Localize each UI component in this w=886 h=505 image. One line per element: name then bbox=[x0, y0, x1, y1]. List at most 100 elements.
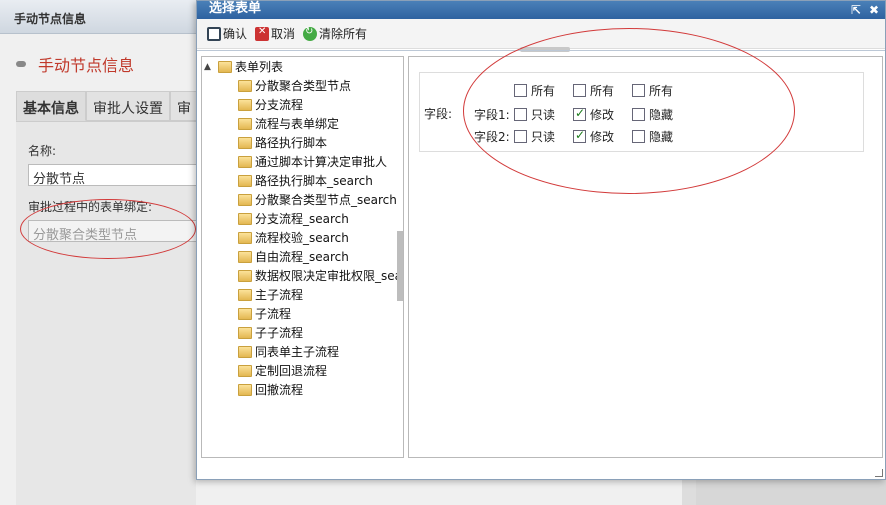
folder-icon bbox=[238, 288, 252, 301]
field-name: 字段1: bbox=[474, 108, 510, 122]
checkbox[interactable] bbox=[632, 130, 646, 143]
tree-root-label: 表单列表 bbox=[235, 60, 284, 74]
checkbox[interactable] bbox=[632, 84, 646, 97]
dialog-title: 选择表单 bbox=[209, 1, 262, 16]
background-form: 名称: 分散节点 审批过程中的表单绑定: 分散聚合类型节点 bbox=[16, 121, 198, 505]
folder-icon bbox=[238, 193, 252, 206]
form-binding-input[interactable]: 分散聚合类型节点 bbox=[28, 220, 198, 243]
tree-item-label: 分散聚合类型节点_search bbox=[255, 193, 397, 207]
tree-item[interactable]: 分散聚合类型节点_search bbox=[202, 190, 403, 209]
tree-item[interactable]: 路径执行脚本_search bbox=[202, 171, 403, 190]
tree-item[interactable]: 子子流程 bbox=[202, 323, 403, 342]
background-header-title: 手动节点信息 bbox=[14, 12, 87, 26]
tree-item-label: 定制回退流程 bbox=[255, 364, 328, 378]
folder-icon bbox=[238, 79, 252, 92]
clear-all-button[interactable]: 清除所有 bbox=[303, 25, 367, 42]
option-label: 只读 bbox=[531, 108, 556, 122]
cancel-label: 取消 bbox=[271, 27, 296, 41]
tree-item[interactable]: 数据权限决定审批权限_sea bbox=[202, 266, 403, 285]
page-heading: 手动节点信息 bbox=[16, 52, 134, 76]
field-permissions-box: 字段: 所有 所有 所有 字段1: 只读 修改 隐藏 字段2: 只读 修改 隐藏 bbox=[419, 72, 864, 152]
tree-item-label: 子流程 bbox=[255, 307, 292, 321]
page-heading-text: 手动节点信息 bbox=[38, 56, 135, 75]
select-all-label: 所有 bbox=[649, 84, 674, 98]
tree-item[interactable]: 分支流程_search bbox=[202, 209, 403, 228]
clear-all-label: 清除所有 bbox=[319, 27, 368, 41]
checkbox-checked[interactable] bbox=[573, 128, 587, 143]
name-input[interactable]: 分散节点 bbox=[28, 164, 198, 187]
dialog-controls: ⇱ ✖ bbox=[851, 2, 879, 18]
folder-icon bbox=[238, 136, 252, 149]
tree-item-label: 回撤流程 bbox=[255, 383, 304, 397]
folder-icon bbox=[238, 364, 252, 377]
checkbox-checked[interactable] bbox=[573, 106, 587, 121]
tree-item[interactable]: 分支流程 bbox=[202, 95, 403, 114]
tree-item[interactable]: 自由流程_search bbox=[202, 247, 403, 266]
option-readonly[interactable]: 只读 bbox=[514, 128, 555, 145]
checkbox[interactable] bbox=[514, 84, 527, 97]
folder-icon bbox=[238, 174, 252, 187]
option-label: 隐藏 bbox=[649, 108, 674, 122]
option-label: 修改 bbox=[590, 108, 615, 122]
select-all-readonly[interactable]: 所有 bbox=[514, 82, 555, 99]
name-label: 名称: bbox=[28, 144, 57, 158]
field-permissions-panel: 字段: 所有 所有 所有 字段1: 只读 修改 隐藏 字段2: 只读 修改 隐藏 bbox=[408, 56, 883, 458]
maximize-icon[interactable]: ⇱ bbox=[851, 2, 861, 18]
background-strip bbox=[682, 480, 696, 505]
tree-item[interactable]: 流程与表单绑定 bbox=[202, 114, 403, 133]
select-all-hidden[interactable]: 所有 bbox=[632, 82, 673, 99]
tree-root[interactable]: ▲ 表单列表 bbox=[202, 57, 403, 76]
select-all-modify[interactable]: 所有 bbox=[573, 82, 614, 99]
tree-item[interactable]: 路径执行脚本 bbox=[202, 133, 403, 152]
folder-icon bbox=[238, 345, 252, 358]
checkbox[interactable] bbox=[514, 130, 527, 143]
tree-item-label: 流程与表单绑定 bbox=[255, 117, 340, 131]
tree-item[interactable]: 流程校验_search bbox=[202, 228, 403, 247]
form-tree: ▲ 表单列表 分散聚合类型节点 分支流程 流程与表单绑定 路径执行脚本 通过脚本… bbox=[201, 56, 404, 458]
tree-item[interactable]: 分散聚合类型节点 bbox=[202, 76, 403, 95]
tree-item[interactable]: 子流程 bbox=[202, 304, 403, 323]
tree-item[interactable]: 回撤流程 bbox=[202, 380, 403, 399]
tree-item-label: 自由流程_search bbox=[255, 250, 349, 264]
tab-basic-info[interactable]: 基本信息 bbox=[16, 91, 86, 121]
option-hidden[interactable]: 隐藏 bbox=[632, 106, 673, 123]
tree-item-label: 同表单主子流程 bbox=[255, 345, 340, 359]
tree-item[interactable]: 同表单主子流程 bbox=[202, 342, 403, 361]
tree-item[interactable]: 定制回退流程 bbox=[202, 361, 403, 380]
folder-icon bbox=[238, 98, 252, 111]
tree-item-label: 路径执行脚本_search bbox=[255, 174, 373, 188]
folder-icon bbox=[238, 231, 252, 244]
folder-icon bbox=[238, 326, 252, 339]
tree-scrollbar[interactable] bbox=[397, 231, 403, 301]
cancel-button[interactable]: 取消 bbox=[255, 25, 295, 42]
select-form-dialog: 选择表单 ⇱ ✖ 确认 取消 清除所有 ▲ 表单列表 分散聚合类型节点 分 bbox=[196, 0, 886, 480]
tab-approver-settings[interactable]: 审批人设置 bbox=[86, 91, 170, 121]
folder-icon bbox=[238, 117, 252, 130]
option-label: 修改 bbox=[590, 130, 615, 144]
tree-item-label: 主子流程 bbox=[255, 288, 304, 302]
tree-item[interactable]: 通过脚本计算决定审批人 bbox=[202, 152, 403, 171]
folder-icon bbox=[218, 60, 232, 73]
tree-item[interactable]: 主子流程 bbox=[202, 285, 403, 304]
option-modify[interactable]: 修改 bbox=[573, 106, 614, 123]
option-modify[interactable]: 修改 bbox=[573, 128, 614, 145]
checkbox[interactable] bbox=[573, 84, 587, 97]
tree-collapse-icon[interactable]: ▲ bbox=[204, 62, 218, 72]
resize-grip-icon[interactable] bbox=[875, 469, 883, 477]
dialog-body: ▲ 表单列表 分散聚合类型节点 分支流程 流程与表单绑定 路径执行脚本 通过脚本… bbox=[197, 50, 885, 460]
option-readonly[interactable]: 只读 bbox=[514, 106, 555, 123]
folder-icon bbox=[238, 307, 252, 320]
tab-more[interactable]: 审 bbox=[170, 91, 198, 121]
tree-item-label: 分支流程 bbox=[255, 98, 304, 112]
checkbox[interactable] bbox=[514, 108, 527, 121]
tree-item-label: 分散聚合类型节点 bbox=[255, 79, 352, 93]
dialog-title-bar[interactable]: 选择表单 ⇱ ✖ bbox=[197, 1, 885, 19]
confirm-button[interactable]: 确认 bbox=[207, 25, 247, 42]
tree-item-label: 分支流程_search bbox=[255, 212, 349, 226]
folder-icon bbox=[238, 155, 252, 168]
checkbox[interactable] bbox=[632, 108, 646, 121]
option-hidden[interactable]: 隐藏 bbox=[632, 128, 673, 145]
close-icon[interactable]: ✖ bbox=[869, 2, 879, 18]
clear-icon bbox=[303, 26, 318, 41]
tree-item-label: 路径执行脚本 bbox=[255, 136, 328, 150]
